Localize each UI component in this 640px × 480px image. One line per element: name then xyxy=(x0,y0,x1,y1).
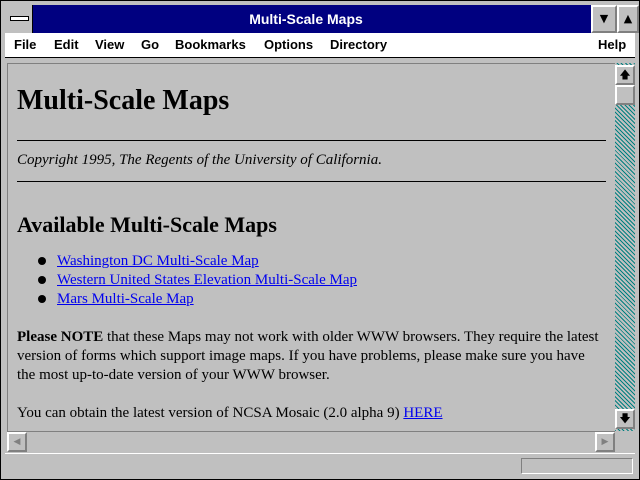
document-view[interactable]: Multi-Scale Maps Copyright 1995, The Reg… xyxy=(7,63,616,432)
title-bar[interactable]: Multi-Scale Maps ▼ ▲ xyxy=(5,5,639,33)
link-mars-map[interactable]: Mars Multi-Scale Map xyxy=(57,291,194,307)
copyright-notice: Copyright 1995, The Regents of the Unive… xyxy=(17,152,382,168)
obtain-mosaic-text: You can obtain the latest version of NCS… xyxy=(17,404,606,423)
menu-edit[interactable]: Edit xyxy=(54,37,79,53)
horizontal-scrollbar[interactable]: ◀ ▶ xyxy=(7,431,615,452)
status-bar xyxy=(5,453,635,478)
scroll-down-button[interactable]: 🡇 xyxy=(615,409,635,429)
maximize-icon: ▲ xyxy=(623,12,633,25)
system-menu-icon xyxy=(10,16,29,21)
page-content: Multi-Scale Maps Copyright 1995, The Reg… xyxy=(8,64,616,423)
scroll-left-button[interactable]: ◀ xyxy=(7,432,27,452)
menu-directory[interactable]: Directory xyxy=(330,37,387,53)
list-item: Washington DC Multi-Scale Map xyxy=(17,252,606,271)
section-heading: Available Multi-Scale Maps xyxy=(17,212,277,237)
bullet-icon xyxy=(38,295,46,303)
link-washington-dc-map[interactable]: Washington DC Multi-Scale Map xyxy=(57,253,259,269)
maximize-button[interactable]: ▲ xyxy=(617,5,639,33)
menu-options[interactable]: Options xyxy=(264,37,313,53)
obtain-text: You can obtain the latest version of NCS… xyxy=(17,405,404,421)
divider-top xyxy=(17,140,606,141)
status-text xyxy=(9,458,519,474)
map-list: Washington DC Multi-Scale Map Western Un… xyxy=(17,252,606,309)
page-heading: Multi-Scale Maps xyxy=(17,85,230,116)
browser-window: Multi-Scale Maps ▼ ▲ File Edit View Go B… xyxy=(0,0,640,480)
scrollbar-corner xyxy=(615,431,635,452)
arrow-up-icon: 🡅 xyxy=(619,68,631,81)
scroll-up-button[interactable]: 🡅 xyxy=(615,65,635,85)
vertical-scrollbar[interactable]: 🡅 🡇 xyxy=(615,63,635,431)
status-indicator-panel xyxy=(521,458,633,474)
window-title: Multi-Scale Maps xyxy=(249,11,363,27)
compatibility-note: Please NOTE that these Maps may not work… xyxy=(17,328,606,385)
bullet-icon xyxy=(38,257,46,265)
list-item: Western United States Elevation Multi-Sc… xyxy=(17,271,606,290)
menu-help[interactable]: Help xyxy=(598,37,626,53)
arrow-left-icon: ◀ xyxy=(13,437,21,447)
menu-bar: File Edit View Go Bookmarks Options Dire… xyxy=(5,33,635,58)
vertical-scroll-thumb[interactable] xyxy=(615,85,635,105)
scroll-right-button[interactable]: ▶ xyxy=(595,432,615,452)
minimize-icon: ▼ xyxy=(599,12,609,25)
menu-go[interactable]: Go xyxy=(141,37,159,53)
menu-bookmarks[interactable]: Bookmarks xyxy=(175,37,246,53)
note-text: that these Maps may not work with older … xyxy=(17,329,599,383)
system-menu-button[interactable] xyxy=(5,5,33,33)
menu-file[interactable]: File xyxy=(14,37,36,53)
note-label: Please NOTE xyxy=(17,329,104,345)
link-here[interactable]: HERE xyxy=(403,405,442,421)
link-western-us-elevation-map[interactable]: Western United States Elevation Multi-Sc… xyxy=(57,272,357,288)
bullet-icon xyxy=(38,276,46,284)
list-item: Mars Multi-Scale Map xyxy=(17,290,606,309)
minimize-button[interactable]: ▼ xyxy=(591,5,617,33)
divider-bottom xyxy=(17,181,606,182)
arrow-right-icon: ▶ xyxy=(601,437,609,447)
arrow-down-icon: 🡇 xyxy=(619,412,631,425)
menu-view[interactable]: View xyxy=(95,37,124,53)
